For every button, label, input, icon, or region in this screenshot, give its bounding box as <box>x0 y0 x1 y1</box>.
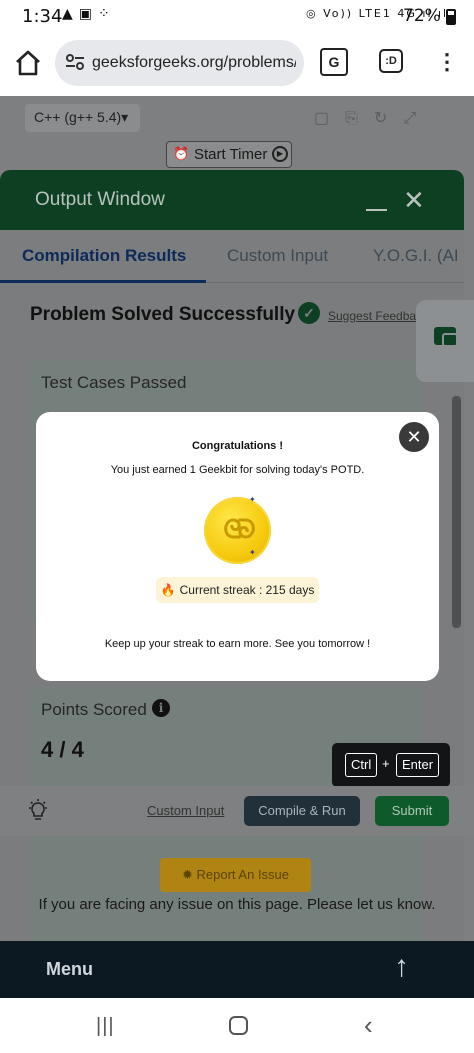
geekbit-coin-icon: ᘓᘐ <box>204 497 271 564</box>
recent-apps-icon[interactable]: ||| <box>96 1015 115 1038</box>
sparkle-icon: ✦ <box>249 495 256 504</box>
modal-message: You just earned 1 Geekbit for solving to… <box>110 464 365 476</box>
shortcut-tooltip: Ctrl + Enter <box>332 743 450 793</box>
custom-input-link[interactable]: Custom Input <box>147 803 224 818</box>
compile-run-button[interactable]: Compile & Run <box>244 796 360 826</box>
tab-compilation-results[interactable]: Compilation Results <box>22 246 186 266</box>
points-header: Points Scored <box>41 700 147 719</box>
address-bar[interactable]: geeksforgeeks.org/problems/ac <box>55 40 304 86</box>
menu-button[interactable]: Menu <box>46 959 93 980</box>
home-icon[interactable] <box>14 49 42 77</box>
close-output-icon[interactable]: ✕ <box>403 185 425 216</box>
notification-icons: ▲▣⁘ <box>62 6 116 22</box>
start-timer-button[interactable]: ⏰ Start Timer ▶ <box>166 141 292 168</box>
ctrl-key: Ctrl <box>345 753 378 777</box>
status-bar: 1:34 ▲▣⁘ ◎ Vo)) LTE1 4G ıl ıl 72% <box>0 0 474 34</box>
modal-footer: Keep up your streak to earn more. See yo… <box>104 638 371 650</box>
url-text[interactable]: geeksforgeeks.org/problems/ac <box>92 54 296 72</box>
start-timer-label: Start Timer <box>194 146 268 163</box>
chat-button[interactable] <box>416 300 474 382</box>
home-nav-icon[interactable] <box>229 1016 248 1035</box>
browser-menu-icon[interactable]: ⋮ <box>436 48 458 78</box>
shortcut-plus: + <box>382 756 390 771</box>
submit-button[interactable]: Submit <box>375 796 449 826</box>
tab-custom-input[interactable]: Custom Input <box>227 246 328 266</box>
fire-icon: 🔥 <box>160 583 176 597</box>
scrollbar[interactable] <box>452 396 461 628</box>
alarm-icon: ⏰ <box>173 146 190 161</box>
scroll-top-icon[interactable]: ↑ <box>394 950 409 984</box>
language-select[interactable]: C++ (g++ 5.4)▾ <box>25 104 140 132</box>
play-icon: ▶ <box>272 146 288 162</box>
output-tabs: Compilation Results Custom Input Y.O.G.I… <box>0 230 464 283</box>
enter-key: Enter <box>396 753 440 777</box>
gfg-logo-icon: ᘓᘐ <box>223 514 256 544</box>
congrats-modal: Congratulations ! You just earned 1 Geek… <box>36 412 439 681</box>
editor-tool-icons[interactable]: ▢⎘↻⤢ <box>314 108 434 128</box>
output-window-header: Output Window ✕ <box>0 170 464 230</box>
report-issue-label: Report An Issue <box>196 867 290 882</box>
site-settings-icon[interactable] <box>65 52 85 72</box>
status-time: 1:34 <box>22 6 63 27</box>
report-issue-button[interactable]: ✹ Report An Issue <box>160 858 311 892</box>
sparkle-icon: ✦ <box>249 548 256 557</box>
bug-icon: ✹ <box>181 867 193 882</box>
streak-label: Current streak : 215 days <box>179 583 315 597</box>
minimize-icon[interactable] <box>366 209 387 211</box>
browser-toolbar: geeksforgeeks.org/problems/ac G :D ⋮ <box>0 34 474 96</box>
modal-close-icon[interactable]: ✕ <box>397 420 431 454</box>
tab-switcher-button[interactable]: :D <box>379 49 403 73</box>
system-nav-bar: ||| ‹ <box>0 998 474 1053</box>
streak-badge: 🔥 Current streak : 215 days <box>156 577 319 603</box>
check-icon: ✓ <box>298 302 320 324</box>
output-window-title: Output Window <box>35 189 165 210</box>
points-value: 4 / 4 <box>41 737 84 762</box>
lightbulb-icon[interactable] <box>26 798 50 822</box>
tab-yogi[interactable]: Y.O.G.I. (AI B <box>373 246 464 266</box>
action-bar: Custom Input Compile & Run Submit <box>0 786 474 836</box>
info-icon[interactable]: i <box>152 699 170 717</box>
back-icon[interactable]: ‹ <box>364 1010 373 1041</box>
battery-icon <box>446 9 456 25</box>
issue-message: If you are facing any issue on this page… <box>38 896 436 913</box>
status-title: Problem Solved Successfully <box>30 304 296 325</box>
translate-icon[interactable]: G <box>320 48 348 76</box>
suggest-feedback-link[interactable]: Suggest Feedback <box>328 309 428 323</box>
modal-title: Congratulations ! <box>191 440 284 452</box>
bottom-menu-bar: Menu ↑ <box>0 941 474 998</box>
test-cases-header: Test Cases Passed <box>41 373 187 392</box>
battery-percent: 72% <box>403 6 441 26</box>
